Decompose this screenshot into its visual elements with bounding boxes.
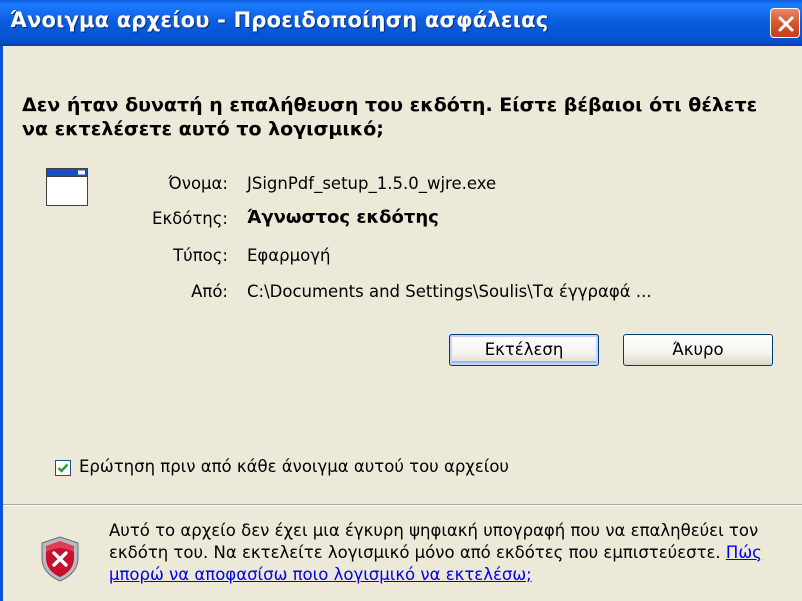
application-window-icon: [46, 168, 88, 206]
check-icon: [57, 463, 69, 473]
run-button[interactable]: Εκτέλεση: [449, 334, 599, 366]
from-value: C:\Documents and Settings\Soulis\Τα έγγρ…: [247, 282, 652, 301]
warning-message: Αυτό το αρχείο δεν έχει μια έγκυρη ψηφια…: [109, 520, 769, 586]
type-value: Εφαρμογή: [247, 246, 331, 265]
warning-text: Αυτό το αρχείο δεν έχει μια έγκυρη ψηφια…: [109, 521, 759, 562]
cancel-button[interactable]: Άκυρο: [623, 334, 773, 366]
from-label: Από:: [191, 282, 228, 301]
divider-highlight: [3, 505, 802, 506]
name-label: Όνομα:: [168, 174, 228, 193]
ask-before-open-label: Ερώτηση πριν από κάθε άνοιγμα αυτού του …: [79, 457, 509, 476]
close-button[interactable]: [770, 8, 800, 38]
publisher-value: Άγνωστος εκδότης: [247, 207, 439, 228]
name-value: JSignPdf_setup_1.5.0_wjre.exe: [247, 174, 497, 193]
close-icon: [778, 16, 794, 32]
title-bar: Άνοιγμα αρχείου - Προειδοποίηση ασφάλεια…: [0, 0, 802, 46]
dialog-body: Δεν ήταν δυνατή η επαλήθευση του εκδότη.…: [3, 46, 802, 601]
ask-before-open-checkbox[interactable]: [55, 460, 71, 476]
publisher-label: Εκδότης:: [152, 209, 228, 228]
warning-headline: Δεν ήταν δυνατή η επαλήθευση του εκδότη.…: [22, 94, 758, 140]
type-label: Τύπος:: [173, 246, 228, 265]
window-title: Άνοιγμα αρχείου - Προειδοποίηση ασφάλεια…: [10, 8, 549, 32]
security-shield-icon: [41, 536, 79, 582]
